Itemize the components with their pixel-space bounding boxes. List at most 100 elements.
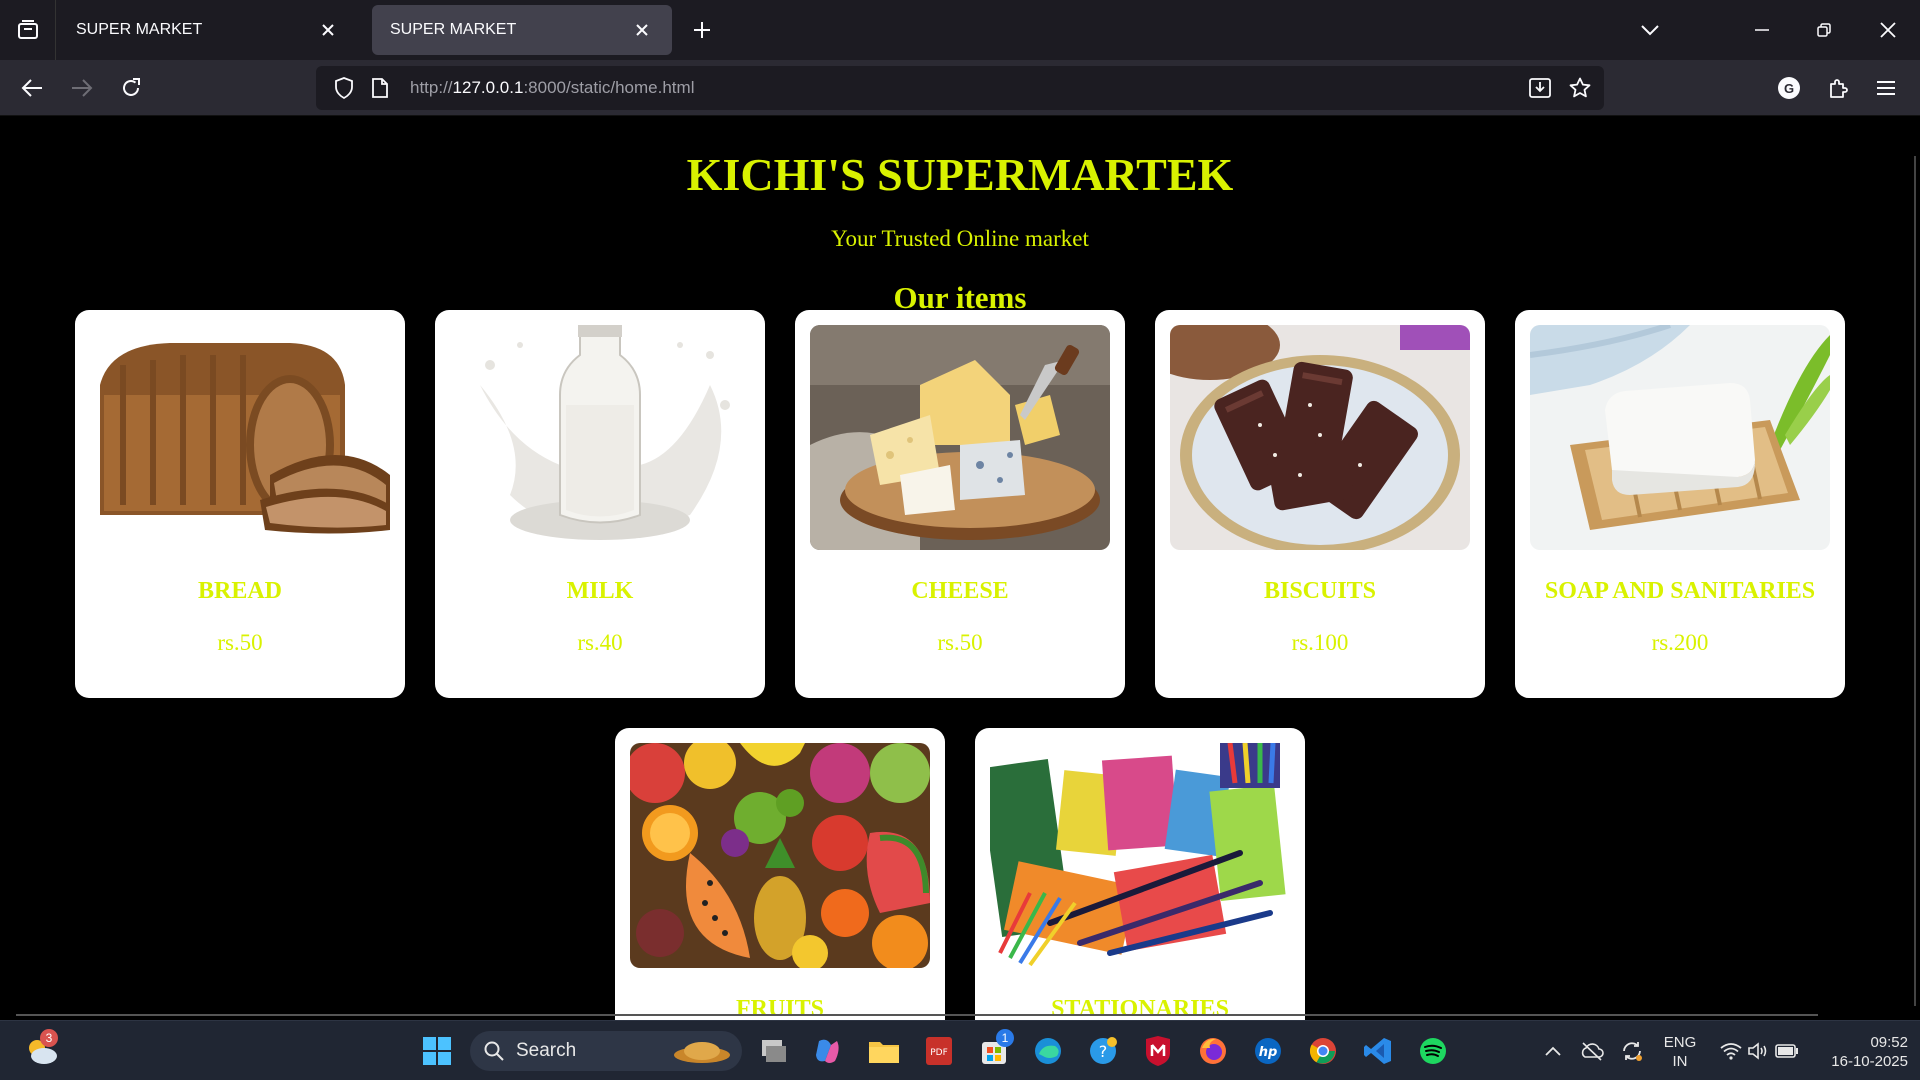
product-card-bread[interactable]: BREAD rs.50 [75, 310, 405, 698]
close-window-button[interactable] [1868, 12, 1908, 48]
windows-taskbar: 3 Search PDF 1 ? hp ENG IN 09:52 16-10-2… [0, 1020, 1920, 1080]
copilot-icon[interactable] [808, 1031, 848, 1071]
new-tab-button[interactable] [686, 14, 718, 46]
bookmark-star-icon[interactable] [1564, 72, 1596, 104]
tab-super-market-2[interactable]: SUPER MARKET [372, 5, 672, 55]
list-all-tabs-button[interactable] [0, 0, 56, 60]
hp-icon[interactable]: hp [1248, 1031, 1288, 1071]
edge-browser-icon[interactable] [1028, 1031, 1068, 1071]
battery-icon[interactable] [1772, 1031, 1802, 1071]
url-rest: :8000/static/home.html [523, 78, 695, 97]
show-hidden-icons-chevron-up-icon[interactable] [1533, 1031, 1573, 1071]
close-icon [1880, 22, 1896, 38]
tab-overflow-button[interactable] [1630, 12, 1670, 48]
plus-icon [694, 22, 710, 38]
cloud-off-icon[interactable] [1572, 1031, 1612, 1071]
url-host: 127.0.0.1 [452, 78, 524, 97]
product-name: MILK [566, 578, 634, 604]
soap-image [1530, 325, 1830, 550]
arrow-right-icon [72, 79, 93, 97]
biscuits-image [1170, 325, 1470, 550]
start-button[interactable] [417, 1031, 457, 1071]
vertical-scrollbar[interactable] [1906, 116, 1920, 1020]
volume-icon[interactable] [1744, 1031, 1774, 1071]
extensions-button[interactable] [1820, 70, 1856, 106]
product-name: STATIONARIES [1051, 996, 1229, 1020]
tab-title: SUPER MARKET [76, 21, 203, 38]
product-price: rs.40 [577, 630, 623, 655]
close-tab-icon[interactable] [630, 18, 654, 42]
pdf-app-icon[interactable]: PDF [919, 1031, 959, 1071]
windows-logo-icon [423, 1037, 451, 1065]
svg-text:PDF: PDF [930, 1048, 948, 1058]
product-name: BISCUITS [1263, 578, 1377, 604]
product-card-biscuits[interactable]: BISCUITS rs.100 [1155, 310, 1485, 698]
minimize-button[interactable] [1742, 12, 1782, 48]
vscode-icon[interactable] [1358, 1031, 1398, 1071]
account-button[interactable]: G [1771, 70, 1807, 106]
region-label: IN [1672, 1053, 1688, 1070]
taskbar-search[interactable]: Search [470, 1031, 742, 1071]
product-name: BREAD [197, 578, 282, 604]
svg-text:?: ? [1099, 1042, 1108, 1061]
arrow-left-icon [21, 79, 42, 97]
chrome-icon[interactable] [1303, 1031, 1343, 1071]
sync-icon[interactable] [1612, 1031, 1652, 1071]
tab-super-market-1[interactable]: SUPER MARKET [58, 5, 358, 55]
language-label: ENG [1663, 1034, 1697, 1051]
clock-date: 16-10-2025 [1831, 1053, 1908, 1070]
reload-button[interactable] [113, 70, 149, 106]
url-text[interactable]: http://127.0.0.1:8000/static/home.html [410, 78, 694, 98]
firefox-icon[interactable] [1193, 1031, 1233, 1071]
page-icon[interactable] [364, 72, 396, 104]
shield-icon[interactable] [328, 72, 360, 104]
horizontal-scrollbar[interactable] [16, 1014, 1818, 1016]
puzzle-icon [1830, 79, 1848, 98]
product-price: rs.50 [937, 630, 983, 655]
scrollbar-thumb[interactable] [1914, 156, 1916, 1006]
chevron-down-icon [1641, 25, 1659, 36]
product-card-fruits[interactable]: FRUITS [615, 728, 945, 1020]
task-view-icon[interactable] [754, 1031, 794, 1071]
close-tab-icon[interactable] [316, 18, 340, 42]
forward-button[interactable] [64, 70, 100, 106]
hamburger-icon [1877, 81, 1895, 95]
search-highlight-icon [674, 1042, 730, 1063]
page-title: KICHI'S SUPERMARTEK [686, 149, 1234, 200]
mcafee-icon[interactable] [1138, 1031, 1178, 1071]
help-icon[interactable]: ? [1083, 1031, 1123, 1071]
microsoft-store-icon[interactable]: 1 [974, 1029, 1014, 1071]
page-subtitle: Your Trusted Online market [831, 226, 1089, 251]
product-card-milk[interactable]: MILK rs.40 [435, 310, 765, 698]
product-card-stationaries[interactable]: STATIONARIES [975, 728, 1305, 1020]
svg-text:hp: hp [1259, 1045, 1278, 1060]
product-card-soap[interactable]: SOAP AND SANITARIES rs.200 [1515, 310, 1845, 698]
tab-title: SUPER MARKET [390, 21, 517, 38]
product-price: rs.200 [1651, 630, 1709, 655]
clock[interactable]: 09:52 16-10-2025 [1808, 1033, 1908, 1071]
reload-icon [123, 78, 140, 96]
app-menu-button[interactable] [1868, 70, 1904, 106]
back-button[interactable] [14, 70, 50, 106]
avatar: G [1778, 77, 1800, 99]
stationery-image [990, 743, 1290, 968]
notification-badge: 3 [40, 1029, 58, 1047]
search-icon [484, 1041, 504, 1061]
weather-widget[interactable]: 3 [22, 1029, 62, 1071]
save-to-pocket-icon[interactable] [1524, 72, 1556, 104]
product-price: rs.100 [1291, 630, 1349, 655]
product-name: CHEESE [911, 578, 1009, 604]
product-name: SOAP AND SANITARIES [1544, 578, 1816, 604]
tab-bar: SUPER MARKET SUPER MARKET [0, 0, 1920, 60]
spotify-icon[interactable] [1413, 1031, 1453, 1071]
restore-button[interactable] [1804, 12, 1844, 48]
bread-image [90, 325, 390, 550]
navigation-toolbar: http://127.0.0.1:8000/static/home.html G [0, 60, 1920, 116]
wifi-icon[interactable] [1716, 1031, 1746, 1071]
product-card-cheese[interactable]: CHEESE rs.50 [795, 310, 1125, 698]
product-name: FRUITS [735, 996, 825, 1020]
input-language-indicator[interactable]: ENG IN [1655, 1033, 1705, 1071]
clock-time: 09:52 [1870, 1034, 1908, 1051]
file-explorer-icon[interactable] [864, 1031, 904, 1071]
address-bar[interactable]: http://127.0.0.1:8000/static/home.html [316, 66, 1604, 110]
